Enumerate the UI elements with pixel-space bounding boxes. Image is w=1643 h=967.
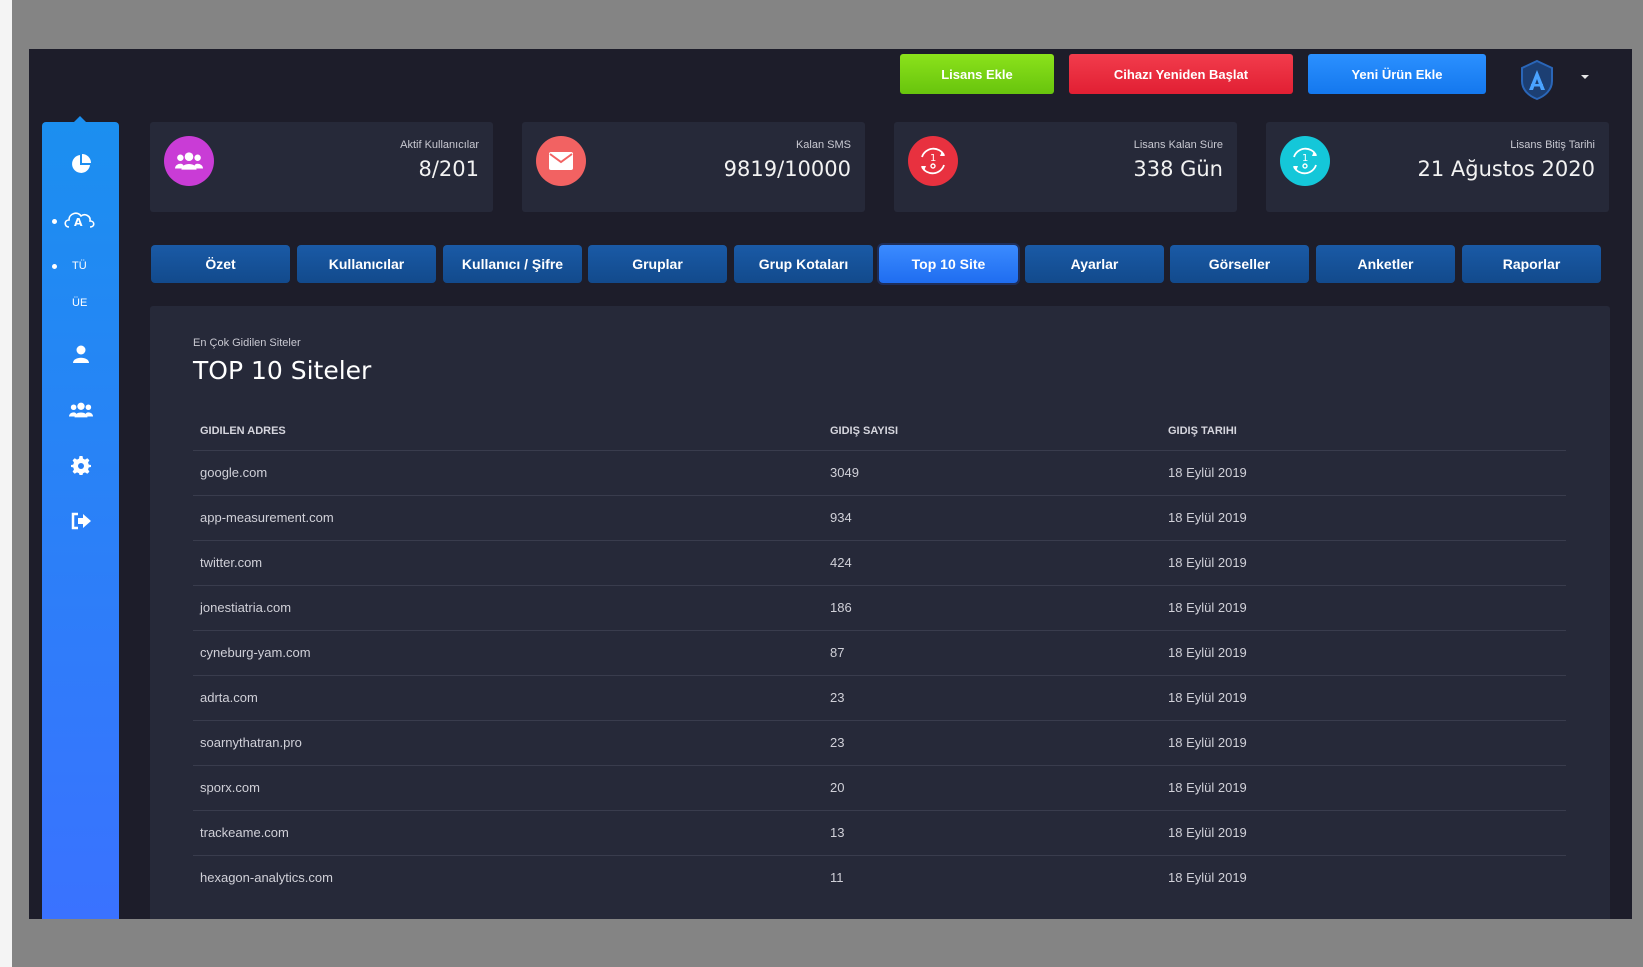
stat-label: Lisans Kalan Süre bbox=[1133, 139, 1223, 151]
column-header-visit-date[interactable]: GIDIŞ TARIHI bbox=[1168, 425, 1237, 437]
tab-anketler[interactable]: Anketler bbox=[1316, 245, 1455, 283]
stat-label: Lisans Bitiş Tarihi bbox=[1510, 139, 1595, 151]
add-new-product-button[interactable]: Yeni Ürün Ekle bbox=[1308, 54, 1486, 94]
top-sites-table: GIDILEN ADRES GIDIŞ SAYISI GIDIŞ TARIHI … bbox=[193, 411, 1566, 901]
cell-visit-date: 18 Eylül 2019 bbox=[1168, 825, 1247, 840]
cell-address: cyneburg-yam.com bbox=[200, 645, 311, 660]
svg-text:1: 1 bbox=[1302, 153, 1308, 164]
users-icon bbox=[164, 136, 214, 186]
timer-icon: 1 bbox=[1280, 136, 1330, 186]
cell-address: trackeame.com bbox=[200, 825, 289, 840]
cell-visit-date: 18 Eylül 2019 bbox=[1168, 735, 1247, 750]
account-dropdown-caret-icon[interactable] bbox=[1581, 75, 1589, 79]
svg-text:A: A bbox=[74, 216, 83, 229]
cell-visit-date: 18 Eylül 2019 bbox=[1168, 645, 1247, 660]
cell-visit-count: 934 bbox=[830, 510, 852, 525]
table-row: soarnythatran.pro 23 18 Eylül 2019 bbox=[193, 721, 1566, 766]
cell-address: soarnythatran.pro bbox=[200, 735, 302, 750]
cell-address: sporx.com bbox=[200, 780, 260, 795]
stat-value: 8/201 bbox=[418, 157, 479, 181]
envelope-icon bbox=[536, 136, 586, 186]
cell-visit-count: 424 bbox=[830, 555, 852, 570]
cell-visit-date: 18 Eylül 2019 bbox=[1168, 870, 1247, 885]
stat-card-license-end-date: 1 Lisans Bitiş Tarihi 21 Ağustos 2020 bbox=[1266, 122, 1609, 212]
table-row: sporx.com 20 18 Eylül 2019 bbox=[193, 766, 1566, 811]
tab-ayarlar[interactable]: Ayarlar bbox=[1025, 245, 1164, 283]
table-row: adrta.com 23 18 Eylül 2019 bbox=[193, 676, 1566, 721]
table-row: twitter.com 424 18 Eylül 2019 bbox=[193, 541, 1566, 586]
stat-card-remaining-sms: Kalan SMS 9819/10000 bbox=[522, 122, 865, 212]
cell-visit-date: 18 Eylül 2019 bbox=[1168, 600, 1247, 615]
cell-address: app-measurement.com bbox=[200, 510, 334, 525]
stat-value: 21 Ağustos 2020 bbox=[1417, 157, 1596, 181]
table-row: jonestiatria.com 186 18 Eylül 2019 bbox=[193, 586, 1566, 631]
cell-address: adrta.com bbox=[200, 690, 258, 705]
add-license-button[interactable]: Lisans Ekle bbox=[900, 54, 1054, 94]
cell-visit-count: 20 bbox=[830, 780, 845, 795]
cell-visit-count: 87 bbox=[830, 645, 845, 660]
table-row: cyneburg-yam.com 87 18 Eylül 2019 bbox=[193, 631, 1566, 676]
cell-address: jonestiatria.com bbox=[200, 600, 292, 615]
column-header-address[interactable]: GIDILEN ADRES bbox=[200, 425, 286, 437]
restart-device-button[interactable]: Cihazı Yeniden Başlat bbox=[1069, 54, 1293, 94]
tab-top-10-site[interactable]: Top 10 Site bbox=[879, 245, 1018, 283]
cell-visit-count: 11 bbox=[830, 870, 844, 885]
stat-label: Aktif Kullanıcılar bbox=[400, 139, 479, 151]
tab-grup-kotalari[interactable]: Grup Kotaları bbox=[734, 245, 873, 283]
cell-visit-count: 186 bbox=[830, 600, 852, 615]
timer-icon: 1 bbox=[908, 136, 958, 186]
panel-subtitle: En Çok Gidilen Siteler bbox=[193, 337, 301, 349]
brand-shield-logo[interactable] bbox=[1519, 59, 1555, 101]
cell-visit-count: 23 bbox=[830, 735, 845, 750]
cell-visit-count: 13 bbox=[830, 825, 845, 840]
users-icon[interactable] bbox=[69, 398, 93, 422]
tab-kullanicilar[interactable]: Kullanıcılar bbox=[297, 245, 436, 283]
panel-title: TOP 10 Siteler bbox=[193, 356, 372, 385]
sidebar-bullet bbox=[52, 219, 57, 224]
stat-card-active-users: Aktif Kullanıcılar 8/201 bbox=[150, 122, 493, 212]
cell-visit-date: 18 Eylül 2019 bbox=[1168, 690, 1247, 705]
cell-visit-date: 18 Eylül 2019 bbox=[1168, 465, 1247, 480]
stat-card-license-remaining: 1 Lisans Kalan Süre 338 Gün bbox=[894, 122, 1237, 212]
table-row: hexagon-analytics.com 11 18 Eylül 2019 bbox=[193, 856, 1566, 901]
stat-value: 338 Gün bbox=[1133, 157, 1223, 181]
tab-raporlar[interactable]: Raporlar bbox=[1462, 245, 1601, 283]
sidebar: A TÜ ÜE bbox=[42, 122, 119, 919]
cell-address: hexagon-analytics.com bbox=[200, 870, 333, 885]
sidebar-bullet bbox=[52, 264, 57, 269]
user-icon[interactable] bbox=[69, 342, 93, 366]
tab-gruplar[interactable]: Gruplar bbox=[588, 245, 727, 283]
stat-label: Kalan SMS bbox=[795, 139, 851, 151]
table-row: trackeame.com 13 18 Eylül 2019 bbox=[193, 811, 1566, 856]
sidebar-item-tu[interactable]: TÜ bbox=[72, 260, 87, 272]
tab-ozet[interactable]: Özet bbox=[151, 245, 290, 283]
table-row: google.com 3049 18 Eylül 2019 bbox=[193, 451, 1566, 496]
pie-chart-icon[interactable] bbox=[69, 152, 93, 176]
stat-value: 9819/10000 bbox=[723, 157, 851, 181]
cell-visit-count: 3049 bbox=[830, 465, 859, 480]
cell-visit-date: 18 Eylül 2019 bbox=[1168, 555, 1247, 570]
cloud-a-icon[interactable]: A bbox=[62, 208, 98, 232]
sidebar-item-ue[interactable]: ÜE bbox=[72, 297, 87, 309]
column-header-visit-count[interactable]: GIDIŞ SAYISI bbox=[830, 425, 898, 437]
window-edge bbox=[0, 0, 12, 967]
cell-visit-date: 18 Eylül 2019 bbox=[1168, 510, 1247, 525]
cell-address: google.com bbox=[200, 465, 268, 480]
table-row: app-measurement.com 934 18 Eylül 2019 bbox=[193, 496, 1566, 541]
cell-visit-date: 18 Eylül 2019 bbox=[1168, 780, 1247, 795]
gear-icon[interactable] bbox=[69, 453, 93, 477]
cell-visit-count: 23 bbox=[830, 690, 845, 705]
tab-gorseller[interactable]: Görseller bbox=[1170, 245, 1309, 283]
svg-text:1: 1 bbox=[930, 153, 936, 164]
cell-address: twitter.com bbox=[200, 555, 263, 570]
table-header: GIDILEN ADRES GIDIŞ SAYISI GIDIŞ TARIHI bbox=[193, 411, 1566, 451]
top-sites-panel: En Çok Gidilen Siteler TOP 10 Siteler GI… bbox=[150, 306, 1610, 919]
app-window: Lisans Ekle Cihazı Yeniden Başlat Yeni Ü… bbox=[29, 49, 1632, 919]
tab-kullanici-sifre[interactable]: Kullanıcı / Şifre bbox=[443, 245, 582, 283]
logout-icon[interactable] bbox=[69, 509, 93, 533]
